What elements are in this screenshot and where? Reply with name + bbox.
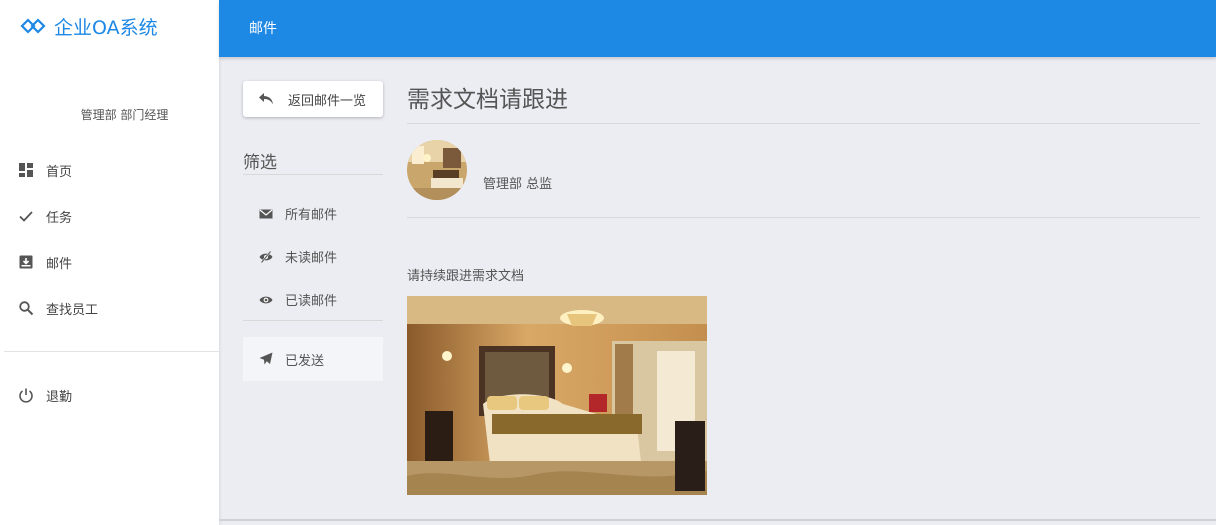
paper-plane-icon — [259, 352, 273, 365]
mail-divider-top — [407, 123, 1200, 124]
filter-list: 所有邮件 未读邮件 已读邮件 — [243, 192, 383, 321]
brand-logo-icon — [20, 18, 46, 34]
avatar-photo — [407, 140, 467, 200]
dashboard-icon — [19, 163, 33, 177]
sidebar-nav: 首页 任务 邮件 查找员工 — [0, 147, 219, 331]
filter-divider-top — [243, 174, 383, 175]
search-icon — [19, 301, 34, 316]
filter-item-label: 已读邮件 — [285, 294, 338, 309]
back-button-label: 返回邮件一览 — [288, 93, 367, 109]
filter-item-label: 已发送 — [285, 353, 325, 369]
filter-unread-mail[interactable]: 未读邮件 — [243, 235, 383, 278]
brand[interactable]: 企业OA系统 — [0, 0, 219, 52]
filter-sent-mail[interactable]: 已发送 — [243, 337, 383, 381]
sidebar-item-label: 查找员工 — [46, 302, 99, 318]
filter-divider-bottom — [243, 320, 383, 321]
sidebar-item-logout[interactable]: 退勤 — [0, 372, 219, 418]
page-title: 邮件 — [249, 21, 277, 37]
sidebar-item-label: 任务 — [46, 210, 73, 226]
mail-divider-bottom — [407, 217, 1200, 218]
sidebar-item-mail[interactable]: 邮件 — [0, 239, 219, 285]
sidebar-item-label: 退勤 — [46, 389, 73, 405]
filter-item-label: 未读邮件 — [285, 251, 338, 266]
sidebar-item-home[interactable]: 首页 — [0, 147, 219, 193]
power-icon — [19, 388, 33, 403]
sidebar-divider — [4, 351, 219, 352]
top-bar: 邮件 — [219, 0, 1216, 57]
eye-slash-icon — [259, 250, 273, 263]
mail-subject: 需求文档请跟进 — [407, 87, 568, 113]
inbox-icon — [19, 255, 33, 269]
sidebar: 企业OA系统 管理部 部门经理 首页 任务 邮件 查找员工 退勤 — [0, 0, 219, 525]
back-to-list-button[interactable]: 返回邮件一览 — [243, 81, 383, 117]
sidebar-item-label: 邮件 — [46, 256, 73, 272]
reply-icon — [259, 93, 273, 105]
sidebar-item-label: 首页 — [46, 164, 73, 180]
filter-read-mail[interactable]: 已读邮件 — [243, 278, 383, 321]
app-name: 企业OA系统 — [54, 16, 158, 39]
filter-title: 筛选 — [243, 153, 277, 173]
sidebar-item-find-staff[interactable]: 查找员工 — [0, 285, 219, 331]
mail-body: 请持续跟进需求文档 — [407, 269, 525, 284]
mail-attachment-image[interactable] — [407, 296, 707, 495]
sidebar-item-tasks[interactable]: 任务 — [0, 193, 219, 239]
avatar — [407, 140, 467, 200]
hotel-room-photo — [407, 296, 707, 495]
filter-item-label: 所有邮件 — [285, 208, 338, 223]
sidebar-logout: 退勤 — [0, 372, 219, 418]
mail-sender: 管理部 总监 — [483, 177, 553, 192]
check-icon — [19, 211, 33, 222]
user-info: 管理部 部门经理 — [80, 108, 169, 122]
filter-all-mail[interactable]: 所有邮件 — [243, 192, 383, 235]
eye-icon — [259, 296, 273, 303]
content-bottom-border — [219, 519, 1216, 521]
envelope-icon — [259, 209, 273, 218]
